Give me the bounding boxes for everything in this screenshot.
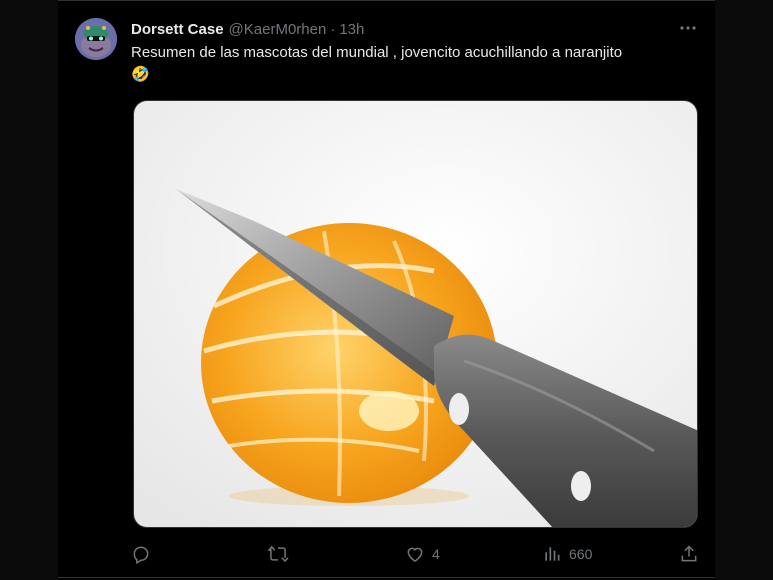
left-frame-border: [0, 0, 58, 580]
tweet-image[interactable]: [133, 100, 698, 528]
tweet-header: Dorsett Case @KaerM0rhen · 13h: [131, 19, 364, 39]
timestamp[interactable]: 13h: [339, 21, 364, 38]
heart-icon: [407, 547, 423, 562]
tweet-text-body: Resumen de las mascotas del mundial , jo…: [131, 44, 623, 61]
reply-button[interactable]: [131, 540, 158, 568]
avatar[interactable]: [75, 18, 117, 60]
tweet-top-divider: [58, 0, 715, 1]
tweet-actions: 4 660: [131, 540, 701, 568]
rolling-laughing-emoji: 🤣: [131, 66, 150, 83]
reply-icon: [133, 546, 149, 564]
orange-knife-photo: [134, 101, 697, 527]
share-icon: [681, 545, 697, 562]
more-icon[interactable]: [676, 18, 700, 38]
tweet-bottom-divider: [58, 577, 715, 578]
separator-dot: ·: [330, 20, 336, 38]
right-frame-border: [715, 0, 773, 580]
retweet-button[interactable]: [267, 540, 296, 568]
like-button[interactable]: 4: [405, 540, 440, 568]
share-button[interactable]: [679, 540, 699, 568]
views-count: 660: [569, 546, 593, 562]
views-icon: [545, 547, 560, 561]
user-handle[interactable]: @KaerM0rhen: [229, 21, 327, 38]
retweet-icon: [267, 545, 289, 563]
display-name[interactable]: Dorsett Case: [131, 21, 224, 38]
like-count: 4: [432, 546, 440, 562]
views-button[interactable]: 660: [542, 540, 592, 568]
tweet-text: Resumen de las mascotas del mundial , jo…: [131, 43, 701, 85]
